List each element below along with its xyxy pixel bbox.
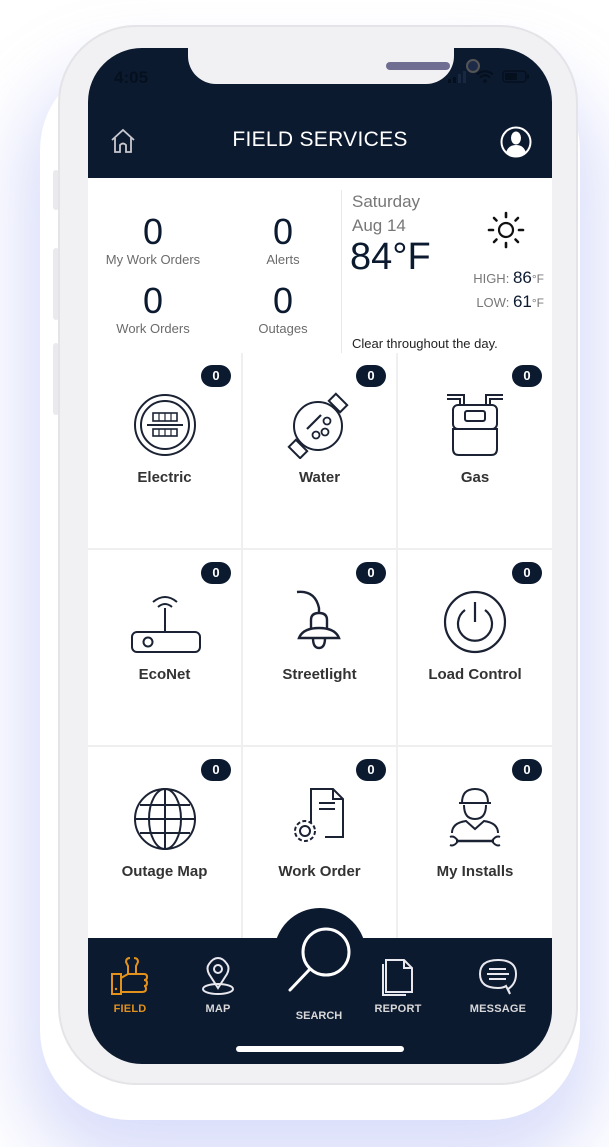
- low-label: LOW:: [476, 295, 510, 310]
- nav-map[interactable]: MAP: [178, 956, 258, 1015]
- speaker: [386, 62, 450, 70]
- tile-econet[interactable]: 0 EcoNet: [88, 550, 243, 747]
- profile-icon[interactable]: [500, 126, 532, 158]
- sun-icon: [487, 211, 525, 249]
- stat-value: 0: [272, 280, 294, 321]
- stat-value: 0: [272, 211, 294, 252]
- streetlight-icon: [296, 590, 341, 650]
- nav-label: MAP: [205, 1003, 231, 1015]
- tile-streetlight[interactable]: 0 Streetlight: [243, 550, 398, 747]
- stat-work-orders[interactable]: 0 Work Orders: [88, 280, 218, 337]
- nav-label: FIELD: [113, 1003, 147, 1015]
- nav-label: MESSAGE: [469, 1003, 527, 1015]
- stat-outages[interactable]: 0 Outages: [218, 280, 348, 337]
- high-label: HIGH:: [473, 271, 510, 286]
- tile-outage-map[interactable]: 0 Outage Map: [88, 747, 243, 944]
- stat-label: Alerts: [266, 252, 300, 267]
- weather-description: Clear throughout the day.: [352, 336, 498, 351]
- count-badge: 0: [201, 759, 231, 781]
- nav-search-label[interactable]: SEARCH: [269, 1010, 369, 1022]
- nav-report[interactable]: REPORT: [358, 956, 438, 1015]
- nav-label: REPORT: [374, 1003, 422, 1015]
- count-badge: 0: [356, 365, 386, 387]
- app-screen: 4:05 FIELD SERVICES 0 My Work Orders 0 A…: [88, 48, 552, 1064]
- search-icon[interactable]: [284, 924, 354, 994]
- tile-my-installs[interactable]: 0 My Installs: [398, 747, 552, 944]
- tile-label: Work Order: [278, 863, 361, 880]
- count-badge: 0: [512, 562, 542, 584]
- router-icon: [131, 596, 201, 653]
- tile-label: EcoNet: [138, 666, 191, 683]
- stat-my-work-orders[interactable]: 0 My Work Orders: [88, 211, 218, 268]
- message-icon: [478, 958, 518, 995]
- electric-meter-icon: [134, 394, 196, 456]
- work-order-icon: [294, 788, 344, 842]
- high-value: 86: [512, 268, 532, 287]
- water-meter-icon: [287, 392, 349, 459]
- tile-label: Water: [298, 469, 341, 486]
- wifi-icon: [476, 70, 494, 83]
- count-badge: 0: [512, 365, 542, 387]
- nav-field[interactable]: FIELD: [90, 956, 170, 1015]
- count-badge: 0: [356, 562, 386, 584]
- power-icon: [443, 590, 507, 654]
- tile-label: My Installs: [436, 863, 514, 880]
- weather-day: Saturday: [352, 192, 421, 211]
- page-title: FIELD SERVICES: [232, 128, 408, 151]
- tile-label: Streetlight: [282, 666, 357, 683]
- gas-meter-icon: [447, 394, 503, 456]
- status-time: 4:05: [114, 68, 149, 87]
- weather-temperature: 84°F: [350, 236, 431, 278]
- tile-label: Load Control: [428, 666, 522, 683]
- stat-value: 0: [142, 211, 164, 252]
- map-pin-icon: [202, 956, 234, 995]
- tile-label: Gas: [460, 469, 490, 486]
- front-camera: [466, 59, 480, 73]
- high-unit: °F: [531, 272, 544, 286]
- low-unit: °F: [531, 296, 544, 310]
- tile-water[interactable]: 0 Water: [243, 353, 398, 550]
- globe-icon: [134, 788, 196, 850]
- divider: [341, 190, 342, 353]
- app-header: 4:05 FIELD SERVICES: [88, 48, 552, 178]
- installer-icon: [449, 787, 501, 847]
- low-value: 61: [512, 292, 532, 311]
- weather-high: HIGH: 86°F: [473, 268, 544, 288]
- stat-label: Outages: [258, 321, 308, 336]
- count-badge: 0: [201, 562, 231, 584]
- tile-label: Electric: [137, 469, 192, 486]
- tile-load-control[interactable]: 0 Load Control: [398, 550, 552, 747]
- battery-icon: [502, 70, 529, 83]
- stat-label: My Work Orders: [105, 252, 201, 267]
- field-icon: [111, 957, 149, 995]
- weather-date: Aug 14: [352, 216, 406, 235]
- count-badge: 0: [512, 759, 542, 781]
- home-indicator[interactable]: [236, 1046, 404, 1052]
- status-icons: [448, 70, 530, 83]
- weather-low: LOW: 61°F: [476, 292, 544, 312]
- stat-alerts[interactable]: 0 Alerts: [218, 211, 348, 268]
- tile-gas[interactable]: 0 Gas: [398, 353, 552, 550]
- tile-electric[interactable]: 0 Electric: [88, 353, 243, 550]
- count-badge: 0: [356, 759, 386, 781]
- nav-message[interactable]: MESSAGE: [458, 956, 538, 1015]
- notch: [188, 48, 480, 84]
- stat-label: Work Orders: [116, 321, 190, 336]
- report-icon: [382, 959, 413, 996]
- stat-value: 0: [142, 280, 164, 321]
- count-badge: 0: [201, 365, 231, 387]
- tile-label: Outage Map: [121, 863, 208, 880]
- signal-icon: [448, 70, 466, 83]
- summary-panel: 0 My Work Orders 0 Alerts 0 Work Orders …: [88, 178, 552, 354]
